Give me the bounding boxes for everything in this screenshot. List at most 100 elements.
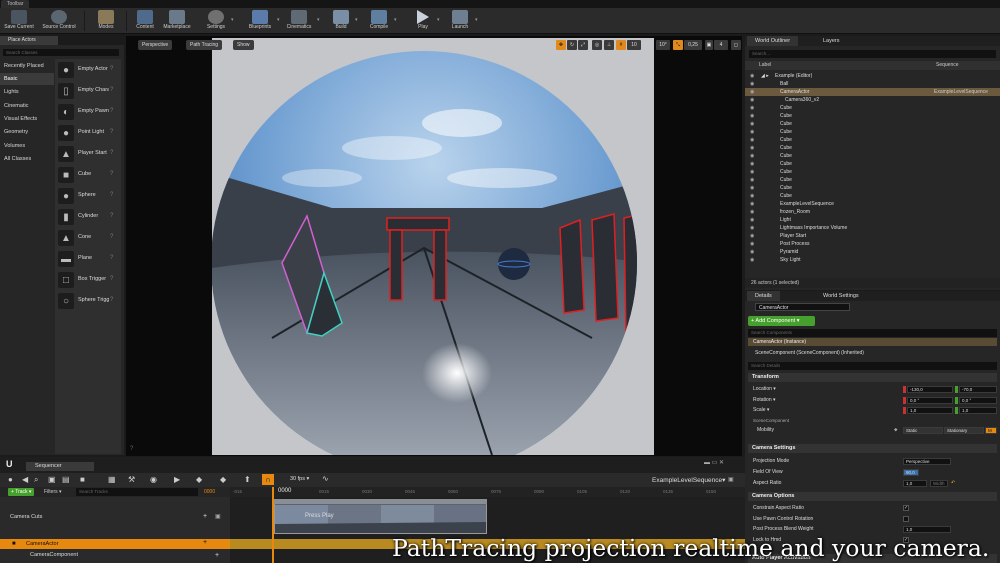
eye-icon[interactable]: ◉ [750,216,754,224]
tab-details[interactable]: Details [747,291,780,301]
mobility-movable-button[interactable]: M [985,427,997,434]
actor-item-cone[interactable]: ▲ Cone? [55,228,121,248]
scale-snap-value[interactable]: 0,25 [684,40,702,50]
help-icon[interactable]: ? [110,129,113,135]
mobility-stationary-button[interactable]: Stationary [944,427,984,434]
outliner-row[interactable]: ◉ Light [745,216,1000,224]
scale-snap-icon[interactable]: ⤡ [673,40,683,50]
help-icon[interactable]: ? [110,66,113,72]
eye-icon[interactable]: ◉ [750,256,754,264]
key-options-icon[interactable]: ◆ [220,475,226,484]
chevron-down-icon[interactable]: ▾ [475,17,478,23]
settings-icon[interactable]: ▦ [108,475,116,484]
help-icon[interactable]: ? [110,276,113,282]
chevron-down-icon[interactable]: ▾ [277,17,280,23]
chevron-down-icon[interactable]: ▾ [317,17,320,23]
window-controls[interactable]: ▬ ▭ ✕ [704,459,724,466]
actor-item-plane[interactable]: ▬ Plane? [55,249,121,269]
outliner-row[interactable]: ◉ Cube [745,168,1000,176]
eye-icon[interactable]: ◉ [750,168,754,176]
eye-icon[interactable]: ◉ [750,88,754,96]
outliner-row[interactable]: ◉ Post Process [745,240,1000,248]
surface-snap-icon[interactable]: ⊥ [604,40,614,50]
add-icon[interactable]: + [203,539,207,546]
location-y-field[interactable]: -70,0 [959,386,997,393]
aspect-ratio-input[interactable]: 1,0 [903,480,927,487]
eye-icon[interactable]: ◉ [750,224,754,232]
tab-world-outliner[interactable]: World Outliner [747,36,799,46]
category-lights[interactable]: Lights [0,86,54,98]
location-x-field[interactable]: -130,0 [907,386,953,393]
outliner-row[interactable]: ◉ Cube [745,176,1000,184]
camera-speed-value[interactable]: 4 [714,40,728,50]
camera-settings-section-header[interactable]: Camera Settings [748,444,997,453]
scale-y-field[interactable]: 1,0 [959,407,997,414]
camera-speed-icon[interactable]: ▣ [705,40,713,50]
view-mode-button[interactable]: Path Tracing [186,40,223,50]
outliner-row[interactable]: ◉ Cube [745,112,1000,120]
outliner-row[interactable]: ◉ ExampleLevelSequence [745,200,1000,208]
outliner-row[interactable]: ◉ Ball [745,80,1000,88]
key-icon[interactable]: ◆ [196,475,202,484]
help-icon[interactable]: ? [110,255,113,261]
chevron-down-icon[interactable]: ▾ [394,17,397,23]
outliner-row[interactable]: ◉ Cube [745,152,1000,160]
help-icon[interactable]: ? [110,234,113,240]
outliner-search-input[interactable]: Search... [749,50,996,58]
outliner-row[interactable]: ◉ Cube [745,136,1000,144]
help-icon[interactable]: ? [110,108,113,114]
eye-icon[interactable]: ◉ [750,144,754,152]
toolbar-tab[interactable]: Toolbar [1,0,30,8]
source-control-button[interactable]: Source Control [38,8,80,34]
outliner-row[interactable]: ◉ Cube [745,128,1000,136]
rotate-tool-icon[interactable]: ↻ [567,40,577,50]
help-icon[interactable]: ? [130,446,133,452]
camera-component-track[interactable]: CameraComponent [30,552,78,558]
outliner-row[interactable]: ◉ Pyramid [745,248,1000,256]
sequencer-tab[interactable]: Sequencer [26,462,94,471]
eye-icon[interactable]: ◉ [750,176,754,184]
reset-arrow-icon[interactable]: ⬥ [894,426,898,435]
playback-options-icon[interactable]: ◉ [150,475,157,484]
chevron-down-icon[interactable]: ▾ [355,17,358,23]
transform-icon[interactable]: ⚒ [128,475,135,484]
translate-tool-icon[interactable]: ✥ [556,40,566,50]
eye-icon[interactable]: ◉ [750,104,754,112]
actor-item-empty-actor[interactable]: ● Empty Actor? [55,60,121,80]
eye-icon[interactable]: ◉ [750,240,754,248]
chevron-down-icon[interactable]: ▾ [231,17,234,23]
eye-icon[interactable]: ◉ [750,112,754,120]
outliner-row[interactable]: ◉ CameraActor ExampleLevelSequence [745,88,1000,96]
outliner-row[interactable]: ◉ Camera360_v2 [745,96,1000,104]
launch-button[interactable]: Launch [446,8,474,34]
lock-icon[interactable]: ▣ [215,513,221,520]
settings-button[interactable]: Settings [202,8,230,34]
outliner-row[interactable]: ◉ ◢ ▸ Example (Editor) [745,72,1000,80]
outliner-row[interactable]: ◉ Cube [745,120,1000,128]
label-column-header[interactable]: Label [759,61,771,70]
search-components-input[interactable]: Search Components [748,329,997,337]
eye-icon[interactable]: ◉ [750,160,754,168]
save-icon[interactable]: ● [8,475,13,484]
place-actors-tab[interactable]: Place Actors [0,36,58,45]
eye-icon[interactable]: ◉ [750,120,754,128]
scale-x-field[interactable]: 1,0 [907,407,953,414]
framerate-select[interactable]: 30 fps ▾ [290,476,309,482]
tab-world-settings[interactable]: World Settings [815,291,867,301]
outliner-row[interactable]: ◉ Sky Light [745,256,1000,264]
eye-icon[interactable]: ◉ [750,184,754,192]
rotation-y-field[interactable]: 0,0 ° [959,397,997,404]
eye-icon[interactable]: ◉ [750,232,754,240]
maximize-icon[interactable]: ◻ [731,40,741,50]
sequence-name-dropdown[interactable]: ExampleLevelSequence▾ [652,476,725,484]
camera-cuts-track[interactable]: Camera Cuts [10,514,42,520]
actor-item-empty-character[interactable]: ▯Empty Character? [55,81,121,101]
mobility-static-button[interactable]: Static [903,427,943,434]
snap-magnet-icon[interactable]: ∩ [262,474,274,485]
constrain-aspect-checkbox[interactable]: ✓ [903,505,909,511]
camera-cut-clip[interactable]: Press Play [274,499,487,534]
eye-icon[interactable]: ◉ [750,208,754,216]
camera-actor-track[interactable]: CameraActor [0,539,230,549]
eye-icon[interactable]: ◉ [750,136,754,144]
eye-icon[interactable]: ◉ [750,152,754,160]
